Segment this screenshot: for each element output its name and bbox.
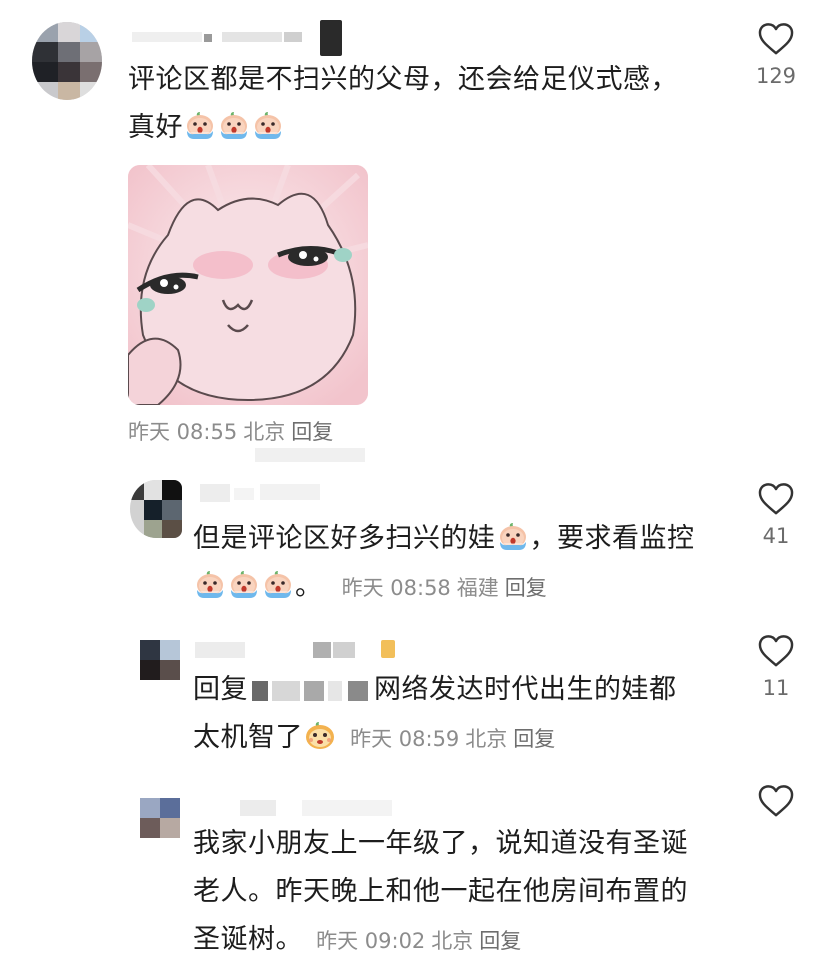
- avatar[interactable]: [130, 480, 182, 538]
- reply-prefix: 回复: [193, 674, 248, 705]
- comment-item: 回复 网络发达时代出生的娃都 太机智了 昨天 08:59 北京 回复 11: [0, 612, 828, 772]
- comment-text: 回复 网络发达时代出生的娃都 太机智了 昨天 08:59 北京 回复: [193, 674, 677, 753]
- like-count: 129: [755, 64, 797, 88]
- timestamp: 昨天 08:59: [350, 727, 460, 751]
- location: 北京: [465, 727, 508, 751]
- like-button[interactable]: 129: [746, 22, 806, 88]
- comment-item: 评论区都是不扫兴的父母，还会给足仪式感， 真好 昨天 08:55 北京 回复 1…: [0, 0, 828, 460]
- heart-outline-icon: [757, 22, 795, 56]
- like-count: 41: [762, 524, 790, 548]
- reply-button[interactable]: 回复: [291, 420, 333, 444]
- avatar[interactable]: [140, 798, 180, 838]
- crying-face-emoji: [262, 570, 294, 600]
- crying-face-emoji: [194, 570, 226, 600]
- username[interactable]: [200, 484, 320, 502]
- blur-fragment: [255, 448, 365, 462]
- timestamp: 昨天 09:02: [316, 929, 426, 953]
- crying-face-emoji: [184, 111, 216, 141]
- user-badge: [320, 20, 342, 56]
- heart-outline-icon: [757, 634, 795, 668]
- location: 福建: [456, 576, 499, 600]
- username[interactable]: [132, 30, 302, 44]
- location: 北京: [431, 929, 474, 953]
- like-button[interactable]: 11: [746, 634, 806, 700]
- reply-button[interactable]: 回复: [513, 727, 555, 751]
- crying-face-emoji: [218, 111, 250, 141]
- like-button[interactable]: [746, 784, 806, 826]
- timestamp: 昨天 08:58: [341, 576, 451, 600]
- crying-cat-sticker[interactable]: [128, 165, 368, 405]
- username[interactable]: [195, 640, 410, 658]
- avatar[interactable]: [32, 22, 102, 100]
- like-count: 11: [762, 676, 790, 700]
- comment-item: 但是评论区好多扫兴的娃 ，要求看监控 。 昨天 08:58 福建 回复 41: [0, 448, 828, 610]
- comment-item: 我家小朋友上一年级了，说知道没有圣诞 老人。昨天晚上和他一起在他房间布置的 圣诞…: [0, 772, 828, 968]
- mentioned-user[interactable]: [252, 681, 370, 701]
- reply-button[interactable]: 回复: [505, 576, 547, 600]
- crying-face-emoji: [252, 111, 284, 141]
- location: 北京: [243, 420, 286, 444]
- reply-button[interactable]: 回复: [479, 929, 521, 953]
- username[interactable]: [240, 800, 400, 816]
- avatar[interactable]: [140, 640, 180, 680]
- heart-outline-icon: [757, 482, 795, 516]
- crying-face-emoji: [497, 522, 529, 552]
- comment-text: 但是评论区好多扫兴的娃 ，要求看监控 。 昨天 08:58 福建 回复: [193, 522, 695, 602]
- smug-face-emoji: [304, 721, 336, 751]
- crying-face-emoji: [228, 570, 260, 600]
- timestamp: 昨天 08:55: [128, 420, 238, 444]
- heart-outline-icon: [757, 784, 795, 818]
- comment-text: 评论区都是不扫兴的父母，还会给足仪式感， 真好: [128, 64, 678, 143]
- like-button[interactable]: 41: [746, 482, 806, 548]
- comment-text: 我家小朋友上一年级了，说知道没有圣诞 老人。昨天晚上和他一起在他房间布置的 圣诞…: [193, 828, 688, 955]
